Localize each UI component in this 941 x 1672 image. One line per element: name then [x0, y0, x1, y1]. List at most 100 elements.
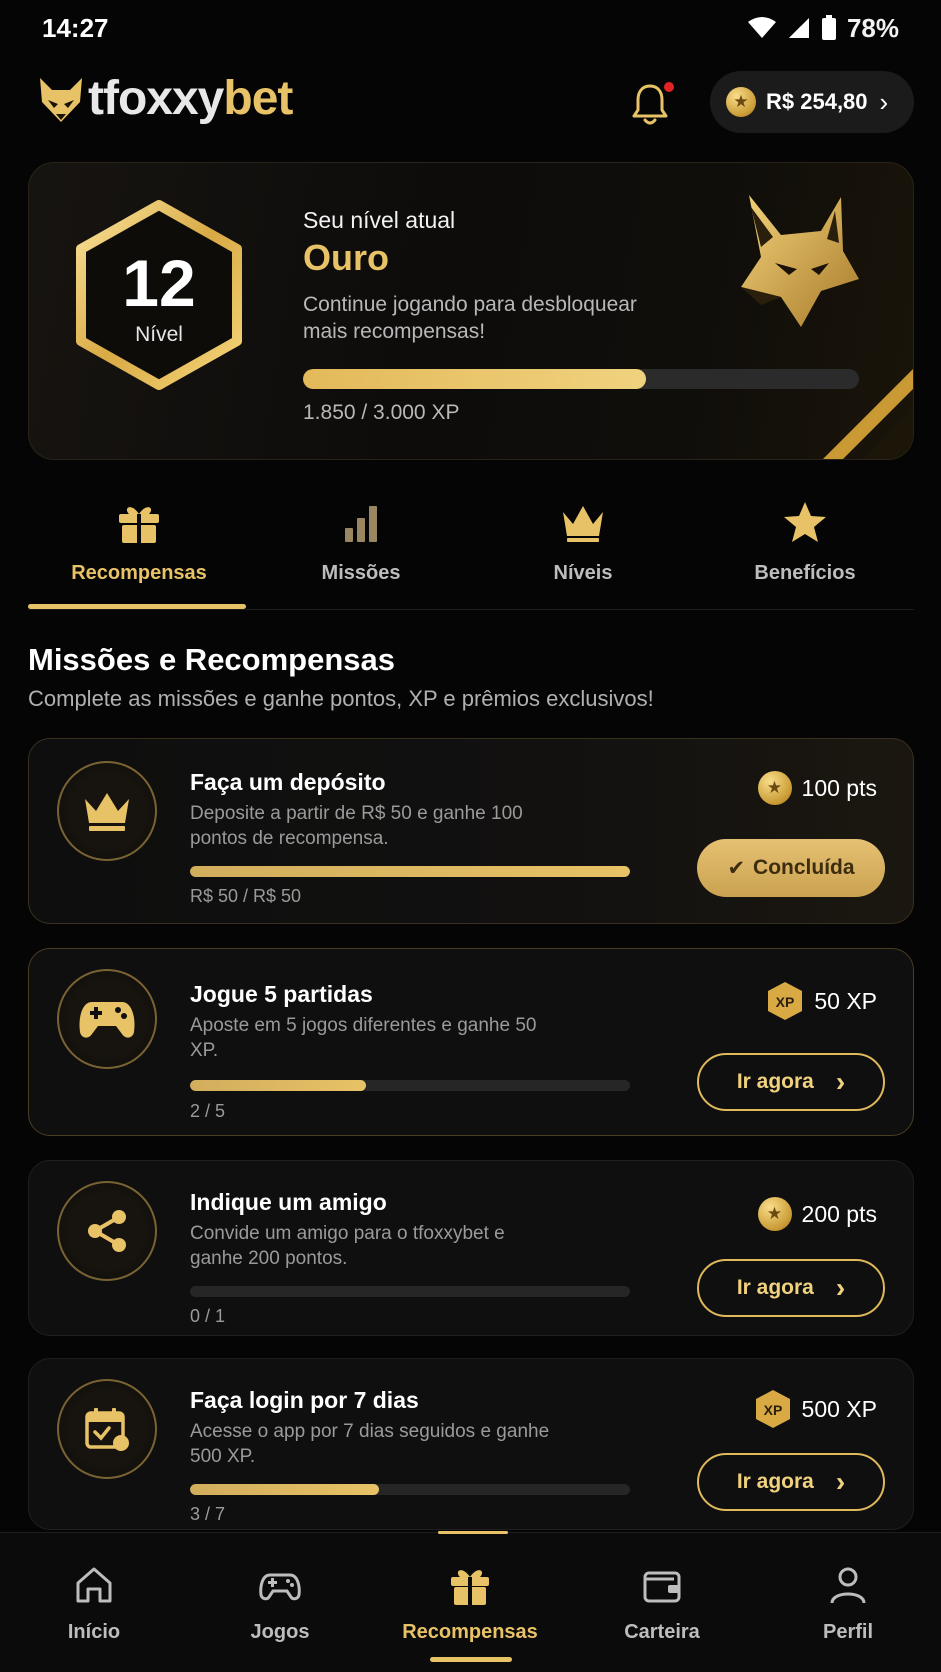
xp-badge-text: XP — [776, 994, 795, 1010]
tab-beneficios[interactable]: Benefícios — [694, 490, 916, 608]
battery-icon — [821, 15, 836, 40]
mission-icon — [57, 969, 157, 1069]
tab-niveis[interactable]: Níveis — [472, 490, 694, 608]
mission-description: Deposite a partir de R$ 50 e ganhe 100 p… — [190, 803, 523, 849]
mission-progress-bar — [190, 1080, 630, 1091]
xp-text: 1.850 / 3.000 XP — [303, 401, 460, 424]
nav-carteira[interactable]: Carteira — [582, 1563, 742, 1644]
gamepad-icon — [259, 1573, 301, 1601]
mission-description: Convide um amigo para o tfoxxybet e ganh… — [190, 1223, 505, 1269]
mission-completed-button[interactable]: ✔ Concluída — [697, 839, 885, 897]
mission-progress-bar — [190, 1484, 630, 1495]
mission-reward: ★ 100 pts — [757, 771, 877, 805]
mission-icon — [57, 1379, 157, 1479]
mission-card-deposit: Faça um depósito Deposite a partir de R$… — [28, 738, 914, 924]
bar-chart-icon — [345, 506, 377, 542]
level-title: Seu nível atual — [303, 207, 456, 233]
chevron-right-icon: › — [835, 1466, 846, 1497]
tab-label: Níveis — [553, 562, 613, 584]
tab-missoes[interactable]: Missões — [250, 490, 472, 608]
fox-logo-icon — [40, 78, 82, 122]
mission-description: Aposte em 5 jogos diferentes e ganhe 50 … — [190, 1015, 537, 1061]
nav-label: Recompensas — [402, 1621, 538, 1643]
nav-jogos[interactable]: Jogos — [200, 1563, 360, 1644]
mission-reward-value: 100 pts — [801, 774, 877, 801]
mission-progress-text: 3 / 7 — [190, 1504, 226, 1524]
calendar-check-icon — [85, 1408, 129, 1451]
active-tab-indicator — [28, 604, 246, 609]
go-now-button[interactable]: Ir agora › — [697, 1053, 885, 1111]
nav-inicio[interactable]: Início — [14, 1563, 174, 1644]
mission-progress-bar — [190, 866, 630, 877]
logo-text-accent: bet — [223, 72, 293, 125]
mission-reward: ★ 200 pts — [757, 1197, 877, 1231]
signal-icon — [788, 18, 809, 38]
mission-title: Jogue 5 partidas — [190, 981, 373, 1007]
mission-progress-text: R$ 50 / R$ 50 — [190, 886, 302, 906]
tab-recompensas[interactable]: Recompensas — [28, 490, 250, 609]
mission-progress-text: 0 / 1 — [190, 1306, 226, 1326]
rewards-tabs: Recompensas Missões Níveis Benefícios — [28, 490, 914, 610]
button-label: Ir agora — [736, 1470, 814, 1493]
status-time: 14:27 — [42, 12, 109, 43]
level-tier: Ouro — [303, 237, 389, 278]
app-header: tfoxxybet ★ R$ 254,80 › — [0, 66, 941, 140]
button-label: Ir agora — [736, 1276, 814, 1299]
section-title: Missões e Recompensas — [28, 642, 396, 677]
gift-icon — [451, 1570, 489, 1605]
battery-percent: 78% — [846, 12, 899, 43]
status-bar: 14:27 78% — [0, 0, 941, 56]
mission-icon — [57, 761, 157, 861]
button-label: Ir agora — [736, 1070, 814, 1093]
mission-reward-value: 50 XP — [814, 987, 877, 1014]
check-icon: ✔ — [727, 856, 746, 880]
mission-card-invite: Indique um amigo Convide um amigo para o… — [28, 1160, 914, 1336]
wallet-icon — [643, 1571, 681, 1603]
mission-progress-fill — [190, 866, 630, 877]
nav-label: Jogos — [250, 1621, 310, 1643]
tab-label: Recompensas — [71, 562, 207, 584]
nav-label: Perfil — [822, 1621, 874, 1643]
user-icon — [830, 1567, 866, 1604]
balance-button[interactable]: ★ R$ 254,80 › — [710, 71, 914, 133]
tab-label: Benefícios — [754, 562, 856, 584]
mission-title: Faça um depósito — [190, 769, 386, 795]
mission-title: Faça login por 7 dias — [190, 1387, 419, 1413]
nav-perfil[interactable]: Perfil — [768, 1563, 928, 1644]
share-icon — [88, 1210, 126, 1252]
notification-dot — [662, 80, 676, 94]
xp-badge-text: XP — [763, 1402, 782, 1418]
crown-icon — [85, 793, 129, 831]
chevron-right-icon: › — [879, 86, 889, 117]
nav-label: Carteira — [624, 1621, 700, 1643]
mission-reward-value: 200 pts — [801, 1200, 877, 1227]
coin-icon: ★ — [757, 771, 792, 805]
level-description: Continue jogando para desbloquear mais r… — [303, 293, 637, 343]
mission-icon — [57, 1181, 157, 1281]
go-now-button[interactable]: Ir agora › — [697, 1453, 885, 1511]
coin-icon: ★ — [726, 87, 756, 117]
notifications-button[interactable] — [628, 80, 676, 128]
button-label: Concluída — [753, 856, 855, 879]
nav-active-indicator — [430, 1657, 512, 1662]
mission-reward: XP 500 XP — [754, 1389, 877, 1429]
level-card: 12 Nível Seu nível atual Ouro Continue j… — [28, 162, 914, 460]
mission-card-play: Jogue 5 partidas Aposte em 5 jogos difer… — [28, 948, 914, 1136]
nav-recompensas[interactable]: Recompensas — [390, 1563, 550, 1644]
gift-icon — [119, 507, 159, 543]
crown-icon — [563, 506, 603, 542]
level-number: 12 — [122, 246, 196, 320]
decorative-stripe — [823, 369, 913, 459]
logo-text-primary: tfoxxy — [88, 72, 224, 125]
wifi-icon — [747, 17, 776, 38]
chevron-right-icon: › — [835, 1272, 846, 1303]
mission-description: Acesse o app por 7 dias seguidos e ganhe… — [190, 1421, 550, 1467]
mission-reward: XP 50 XP — [766, 981, 877, 1021]
mission-card-login: Faça login por 7 dias Acesse o app por 7… — [28, 1358, 914, 1530]
home-icon — [76, 1567, 112, 1603]
go-now-button[interactable]: Ir agora › — [697, 1259, 885, 1317]
nav-label: Início — [67, 1621, 121, 1643]
logo[interactable]: tfoxxybet — [36, 72, 293, 126]
mission-title: Indique um amigo — [190, 1189, 387, 1215]
xp-progress-fill — [303, 369, 647, 389]
